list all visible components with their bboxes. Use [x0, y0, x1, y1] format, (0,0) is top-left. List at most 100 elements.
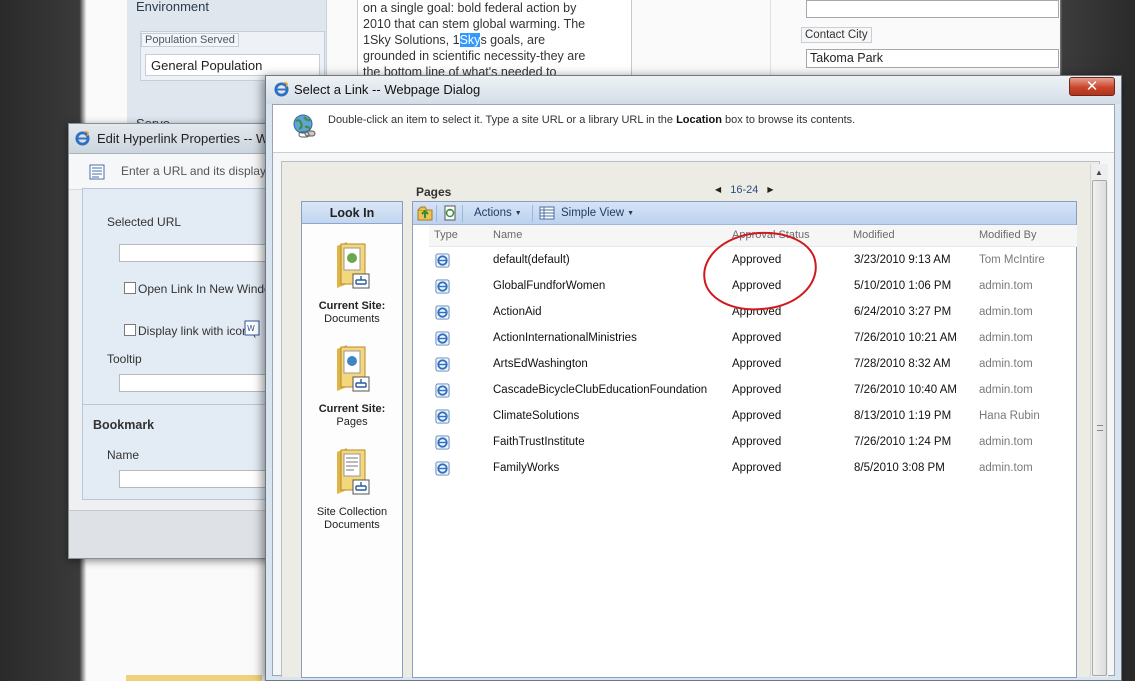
next-page-button[interactable]: ▶ — [767, 185, 773, 194]
row-name: GlobalFundforWomen — [493, 280, 606, 292]
instruction-text: Double-click an item to select it. Type … — [328, 114, 855, 126]
row-modified: 5/10/2010 1:06 PM — [854, 280, 952, 292]
column-modified[interactable]: Modified — [853, 229, 895, 241]
row-modified-by: Tom McIntire — [979, 254, 1045, 266]
article-line: on a single goal: bold federal action by — [363, 1, 577, 15]
actions-label: Actions — [474, 207, 512, 219]
look-in-current-site-documents[interactable]: Current Site: Documents — [302, 240, 402, 326]
up-folder-icon[interactable] — [417, 205, 433, 221]
view-label: Simple View — [561, 207, 625, 219]
column-modified-by[interactable]: Modified By — [979, 229, 1036, 241]
prev-page-button[interactable]: ◀ — [715, 185, 721, 194]
table-row[interactable]: FamilyWorks Approved 8/5/2010 3:08 PM admin… — [429, 456, 1077, 482]
ie-icon — [75, 131, 90, 149]
row-modified: 7/26/2010 1:24 PM — [854, 436, 952, 448]
row-name: CascadeBicycleClubEducationFoundation — [493, 384, 708, 396]
table-row[interactable]: ActionInternationalMinistries Approved 7/2… — [429, 326, 1077, 352]
selected-text[interactable]: Sky — [459, 33, 481, 47]
divider — [83, 404, 283, 405]
display-icon-label: Display link with icon ( — [138, 324, 257, 338]
tooltip-label: Tooltip — [107, 352, 142, 366]
row-approval-status: Approved — [732, 462, 782, 474]
contact-city-input[interactable]: Takoma Park — [806, 49, 1059, 68]
table-row[interactable]: ClimateSolutions Approved 8/13/2010 1:19 P… — [429, 404, 1077, 430]
row-approval-status: Approved — [732, 384, 782, 396]
close-button[interactable]: ✕ — [1069, 77, 1115, 96]
population-served-label: Population Served — [141, 33, 239, 47]
list-toolbar: Actions ▼ Simple View ▼ — [413, 202, 1076, 225]
view-selector[interactable]: Simple View ▼ — [561, 207, 634, 219]
look-in-heading: Look In — [302, 202, 402, 224]
row-modified-by: admin.tom — [979, 280, 1033, 292]
row-approval-status: Approved — [732, 332, 782, 344]
ie-page-icon — [435, 279, 450, 297]
edit-dialog-title: Edit Hyperlink Properties -- Webpage Dia… — [97, 131, 277, 146]
article-line: grounded in scientific necessity-they ar… — [363, 49, 586, 63]
page-range: 16-24 — [730, 184, 759, 196]
look-in-sublabel: Documents — [324, 313, 380, 325]
bookmark-name-input[interactable] — [119, 470, 279, 488]
table-row[interactable]: FaithTrustInstitute Approved 7/26/2010 1:2… — [429, 430, 1077, 456]
scrollbar-thumb[interactable] — [1092, 180, 1107, 676]
row-modified: 6/24/2010 3:27 PM — [854, 306, 952, 318]
edit-hyperlink-dialog: Edit Hyperlink Properties -- Webpage Dia… — [68, 123, 283, 559]
ie-page-icon — [435, 383, 450, 401]
instruction-part: box to browse its contents. — [721, 114, 856, 126]
table-row[interactable]: ArtsEdWashington Approved 7/28/2010 8:32 A… — [429, 352, 1077, 378]
selected-url-input[interactable] — [119, 244, 279, 262]
look-in-label: Current Site: — [318, 300, 386, 312]
article-editor[interactable]: on a single goal: bold federal action by… — [357, 0, 632, 76]
document-icon — [89, 164, 105, 180]
toolbar-separator — [462, 205, 463, 222]
look-in-site-collection-documents[interactable]: Site Collection Documents — [302, 446, 402, 532]
select-dialog-content: Double-click an item to select it. Type … — [272, 104, 1115, 678]
row-modified-by: Hana Rubin — [979, 410, 1040, 422]
row-modified: 7/26/2010 10:40 AM — [854, 384, 957, 396]
column-type[interactable]: Type — [434, 229, 458, 241]
instruction-header: Double-click an item to select it. Type … — [273, 105, 1114, 153]
contact-field-input[interactable] — [806, 0, 1059, 18]
new-item-icon[interactable] — [442, 205, 458, 221]
view-grid-icon — [539, 205, 555, 221]
row-modified-by: admin.tom — [979, 306, 1033, 318]
toolbar-separator — [436, 205, 437, 222]
tooltip-input[interactable] — [119, 374, 279, 392]
row-name: FamilyWorks — [493, 462, 560, 474]
open-new-window-label: Open Link In New Window — [138, 282, 280, 296]
row-approval-status: Approved — [732, 410, 782, 422]
look-in-sublabel: Documents — [324, 519, 380, 531]
edit-dialog-hint-row: Enter a URL and its display properties — [69, 154, 277, 190]
edit-dialog-body: Selected URL Open Link In New Window Dis… — [82, 188, 283, 500]
look-in-current-site-pages[interactable]: Current Site: Pages — [302, 343, 402, 429]
vertical-scrollbar[interactable]: ▲ — [1090, 164, 1108, 677]
row-modified-by: admin.tom — [979, 332, 1033, 344]
environment-heading: Environment — [136, 0, 209, 14]
row-name: ActionAid — [493, 306, 542, 318]
ie-page-icon — [435, 357, 450, 375]
article-text: 1Sky Solutions, 1 — [363, 33, 460, 47]
actions-menu[interactable]: Actions ▼ — [474, 207, 522, 219]
row-name: ActionInternationalMinistries — [493, 332, 637, 344]
look-in-sublabel: Pages — [336, 416, 368, 428]
selected-url-label: Selected URL — [107, 215, 182, 229]
column-name[interactable]: Name — [493, 229, 522, 241]
ie-page-icon — [435, 305, 450, 323]
population-served-input[interactable]: General Population — [145, 54, 320, 76]
row-modified-by: admin.tom — [979, 462, 1033, 474]
row-approval-status: Approved — [732, 358, 782, 370]
look-in-panel: Look In Current Site: Documents Current … — [301, 201, 403, 678]
display-icon-checkbox[interactable] — [124, 324, 136, 336]
table-row[interactable]: CascadeBicycleClubEducationFoundation App… — [429, 378, 1077, 404]
scroll-up-arrow[interactable]: ▲ — [1095, 168, 1103, 177]
select-dialog-title: Select a Link -- Webpage Dialog — [294, 82, 481, 97]
ie-icon — [274, 82, 289, 100]
row-modified: 8/5/2010 3:08 PM — [854, 462, 945, 474]
pages-heading: Pages — [416, 185, 452, 199]
open-new-window-checkbox[interactable] — [124, 282, 136, 294]
folder-icon — [302, 240, 402, 296]
select-dialog-titlebar[interactable]: Select a Link -- Webpage Dialog ✕ — [266, 76, 1121, 104]
instruction-part: Double-click an item to select it. Type … — [328, 114, 677, 126]
edit-dialog-titlebar[interactable]: Edit Hyperlink Properties -- Webpage Dia… — [69, 124, 277, 154]
row-modified-by: admin.tom — [979, 384, 1033, 396]
highlight-strip — [126, 675, 262, 681]
